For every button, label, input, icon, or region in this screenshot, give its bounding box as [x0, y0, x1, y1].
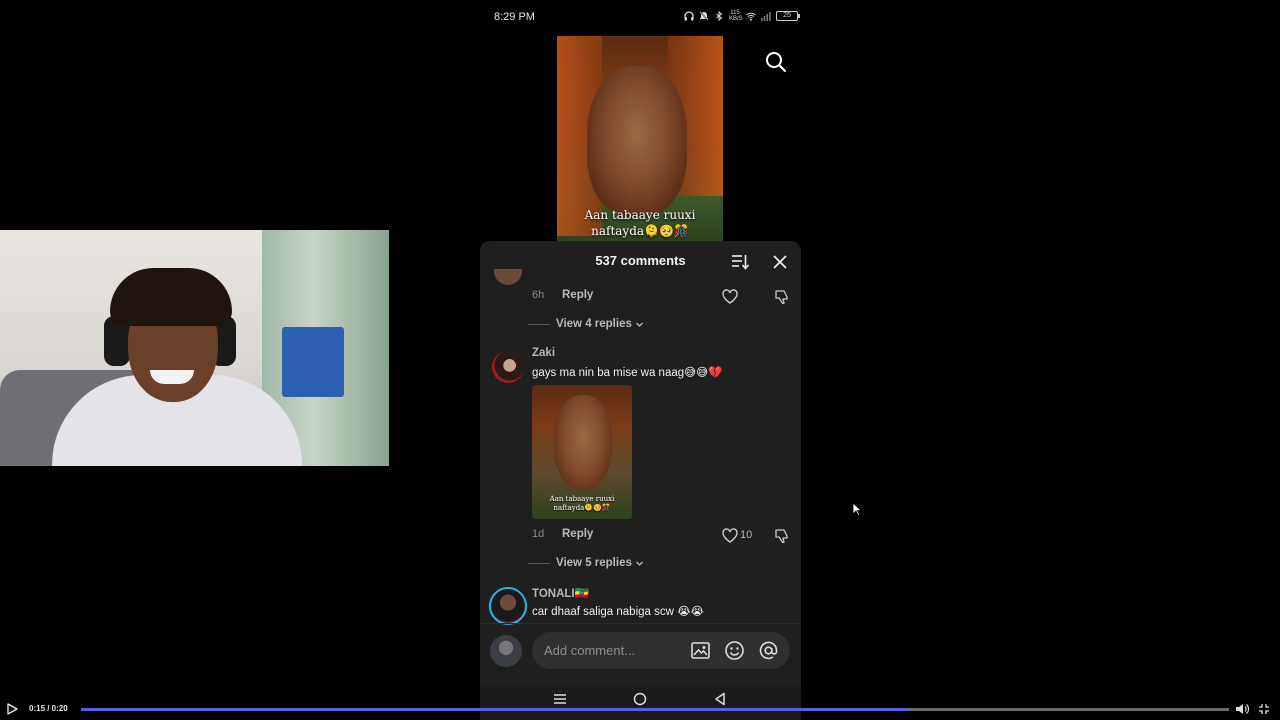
comments-sheet: 537 comments 6h Reply View 4 replies Zak…: [480, 241, 801, 720]
view-replies-button[interactable]: View 5 replies: [528, 557, 644, 569]
close-icon[interactable]: [773, 255, 787, 269]
comment-image-caption-line2: naftayda🫠🥺🎊: [553, 504, 611, 512]
menu-icon[interactable]: [553, 692, 567, 706]
back-icon[interactable]: [713, 692, 727, 706]
android-nav-bar: [480, 685, 801, 720]
headphones-icon: [684, 11, 694, 21]
video-preview[interactable]: Aan tabaaye ruuxi naftayda🫠🥺🎊: [557, 36, 723, 241]
comment-age: 6h: [532, 289, 545, 301]
exit-fullscreen-icon[interactable]: [1258, 703, 1270, 715]
wifi-icon: [746, 11, 756, 21]
progress-fill: [81, 708, 908, 711]
webcam-person-hair: [110, 268, 232, 326]
sort-icon[interactable]: [731, 254, 749, 270]
image-icon[interactable]: [690, 640, 711, 661]
reply-button[interactable]: Reply: [562, 528, 593, 540]
status-time: 8:29 PM: [494, 11, 535, 23]
avatar[interactable]: [494, 269, 522, 285]
emoji-icon[interactable]: [724, 640, 745, 661]
search-icon[interactable]: [764, 50, 788, 74]
webcam-boxes: [282, 327, 344, 397]
heart-icon[interactable]: [722, 528, 738, 543]
comment-meta: 6h Reply: [532, 289, 593, 301]
mention-icon[interactable]: [758, 640, 779, 661]
dislike-icon[interactable]: [774, 528, 789, 543]
comment-input[interactable]: [532, 632, 790, 669]
view-replies-label: View 4 replies: [556, 318, 632, 330]
bluetooth-icon: [714, 11, 724, 21]
mute-icon: [699, 11, 709, 21]
mouse-cursor-icon: [852, 502, 861, 516]
comment-username[interactable]: Zaki: [532, 347, 555, 359]
heart-icon[interactable]: [722, 289, 738, 304]
replies-divider-line: [528, 323, 550, 325]
view-replies-label: View 5 replies: [556, 557, 632, 569]
play-icon[interactable]: [6, 703, 18, 715]
status-icons: 115 KB/S 25: [684, 10, 800, 22]
webcam-overlay: [0, 230, 389, 466]
comment-image[interactable]: Aan tabaaye ruuxi naftayda🫠🥺🎊: [532, 385, 632, 519]
comment-image-caption-line1: Aan tabaaye ruuxi: [549, 495, 615, 503]
video-caption-line2: naftayda🫠🥺🎊: [591, 224, 689, 238]
composer-divider: [480, 623, 801, 624]
comments-title: 537 comments: [595, 253, 686, 268]
network-speed: 115 KB/S: [729, 10, 743, 22]
view-replies-button[interactable]: View 4 replies: [528, 318, 644, 330]
comment-username[interactable]: TONALI🇪🇹: [532, 586, 589, 600]
dislike-icon[interactable]: [774, 289, 789, 304]
orangutan-figure: [554, 395, 612, 490]
volume-icon[interactable]: [1235, 702, 1249, 716]
avatar: [490, 635, 522, 667]
avatar[interactable]: [492, 351, 524, 383]
progress-bar[interactable]: [81, 708, 1229, 711]
comment-meta: 1d Reply: [532, 528, 593, 540]
like-count: 10: [740, 529, 753, 541]
chevron-down-icon: [635, 322, 643, 327]
signal-icon: [761, 11, 771, 21]
video-caption: Aan tabaaye ruuxi naftayda🫠🥺🎊: [557, 207, 723, 239]
comment-text: car dhaaf saliga nabiga scw 😭😭: [532, 606, 704, 618]
comment-age: 1d: [532, 528, 545, 540]
orangutan-figure: [587, 66, 687, 216]
comment-text: gays ma nin ba mise wa naag😅😅💔: [532, 367, 723, 379]
replies-divider-line: [528, 562, 550, 564]
comment-image-caption: Aan tabaaye ruuxi naftayda🫠🥺🎊: [532, 495, 632, 513]
avatar[interactable]: [489, 587, 527, 625]
battery-icon: 25: [776, 11, 800, 21]
playback-time: 0:15 / 0:20: [29, 704, 68, 713]
reply-button[interactable]: Reply: [562, 289, 593, 301]
video-caption-line1: Aan tabaaye ruuxi: [584, 208, 696, 222]
chevron-down-icon: [635, 561, 643, 566]
home-icon[interactable]: [633, 692, 647, 706]
